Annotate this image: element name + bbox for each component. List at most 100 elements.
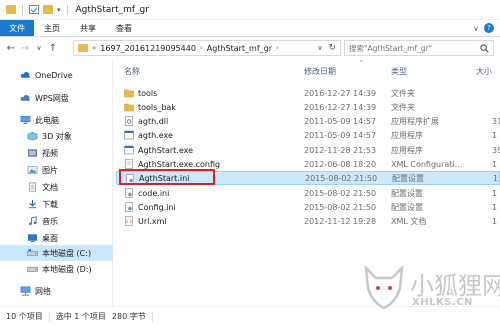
back-icon[interactable]: ←: [4, 43, 18, 54]
ini-icon: [125, 174, 135, 184]
file-name: AgthStart.ini: [139, 173, 190, 183]
sidebar-item-downloads[interactable]: 下载: [0, 196, 113, 212]
file-size: 1: [492, 130, 498, 140]
download-icon: [28, 199, 37, 209]
cloud-icon: [20, 72, 31, 78]
file-name: tools_bak: [138, 102, 176, 112]
status-selected: 选中 1 个项目: [55, 312, 106, 321]
file-name: agth.dll: [138, 116, 169, 126]
tab-view[interactable]: 查看: [106, 20, 142, 36]
file-type: 应用程序扩展: [391, 116, 439, 126]
file-row[interactable]: Config.ini 2015-08-02 21:50 配置设置 1: [116, 200, 500, 214]
file-date: 2015-08-02 21:50: [304, 188, 377, 198]
file-name: tools: [138, 88, 158, 98]
file-type: 文件夹: [391, 88, 415, 98]
file-name: Config.ini: [138, 202, 176, 212]
document-icon: [28, 182, 37, 192]
file-row[interactable]: agth.exe 2011-05-09 14:57 应用程序 1: [116, 128, 500, 142]
search-input[interactable]: [349, 43, 479, 53]
properties-icon[interactable]: [29, 5, 39, 14]
file-row[interactable]: tools 2016-12-27 14:39 文件夹: [116, 86, 500, 100]
file-date: 2012-06-08 18:20: [304, 159, 377, 169]
file-row[interactable]: AgthStart.ini 2015-08-02 21:50 配置设置 1: [116, 171, 500, 185]
file-date: 2011-05-09 14:57: [304, 130, 377, 140]
help-icon[interactable]: ?: [484, 23, 494, 33]
sidebar-item-label: 音乐: [42, 216, 58, 226]
tab-file[interactable]: 文件: [0, 20, 34, 36]
breadcrumb-item[interactable]: 1697_20161219095440: [100, 44, 196, 53]
sidebar-item-music[interactable]: 音乐: [0, 213, 113, 229]
file-row[interactable]: agth.dll 2011-05-09 14:57 应用程序扩展 31: [116, 114, 500, 128]
breadcrumb-overflow[interactable]: «: [92, 44, 96, 52]
column-date-modified[interactable]: 修改日期: [304, 66, 336, 77]
separator: [66, 4, 68, 15]
watermark-text: 小狐狸网: [410, 272, 500, 300]
new-folder-icon[interactable]: [43, 5, 53, 14]
sidebar-item-label: 图片: [42, 165, 58, 175]
file-date: 2012-11-12 19:28: [304, 216, 377, 226]
file-row[interactable]: AgthStart.exe 2012-11-28 21:53 应用程序 390: [116, 143, 500, 157]
watermark-url: XHLKS.CN: [412, 297, 473, 308]
file-row[interactable]: AgthStart.exe.config 2012-06-08 18:20 XML …: [116, 157, 500, 171]
status-item-count: 10 个项目: [6, 312, 43, 321]
address-bar[interactable]: « 1697_20161219095440 › AgthStart_mf_gr …: [73, 40, 341, 56]
config-icon: [124, 159, 134, 169]
sidebar-item-label: 此电脑: [35, 115, 59, 125]
file-size: 1: [492, 216, 498, 226]
address-dropdown-icon[interactable]: ∨: [317, 44, 322, 52]
sidebar-item-label: 3D 对象: [42, 131, 72, 141]
file-date: 2011-05-09 14:57: [304, 116, 377, 126]
search-icon[interactable]: [480, 43, 489, 53]
file-name: AgthStart.exe: [138, 145, 194, 155]
file-date: 2016-12-27 14:39: [304, 102, 377, 112]
recent-locations-icon[interactable]: ∨: [32, 44, 46, 52]
sidebar-item-3d-objects[interactable]: 3D 对象: [0, 128, 113, 144]
search-box[interactable]: [344, 40, 494, 56]
sidebar-item-desktop[interactable]: 桌面: [0, 230, 113, 246]
breadcrumb-item[interactable]: AgthStart_mf_gr: [207, 44, 272, 53]
sidebar-item-videos[interactable]: 视频: [0, 145, 113, 161]
tab-share[interactable]: 共享: [70, 20, 106, 36]
fox-logo-icon: [364, 264, 404, 310]
column-header: ^ 名称 修改日期 类型 大小: [114, 60, 500, 80]
file-name: code.ini: [138, 188, 170, 198]
quick-access-toolbar: ▾: [0, 4, 70, 15]
cloud-icon: [20, 95, 31, 101]
file-row[interactable]: code.ini 2015-08-02 21:50 配置设置 1: [116, 186, 500, 200]
watermark: 小狐狸网 XHLKS.CN: [360, 260, 500, 316]
file-row[interactable]: Url.xml 2012-11-12 19:28 XML 文档 1: [116, 214, 500, 228]
file-type: XML Configurati...: [391, 159, 463, 169]
file-size: 1: [492, 159, 498, 169]
up-icon[interactable]: ↑: [46, 43, 60, 54]
video-icon: [27, 149, 38, 157]
sidebar-item-label: 下载: [42, 199, 58, 209]
sidebar-item-label: 本地磁盘 (C:): [42, 248, 92, 258]
sidebar-item-this-pc[interactable]: 此电脑: [0, 112, 113, 128]
sidebar-item-wps[interactable]: WPS网盘: [0, 90, 113, 106]
sidebar-item-documents[interactable]: 文档: [0, 179, 113, 195]
customize-toolbar-icon[interactable]: ▾: [57, 6, 61, 14]
title-bar: ▾ AgthStart_mf_gr: [0, 0, 500, 20]
sidebar-item-label: 桌面: [42, 233, 58, 243]
breadcrumb-chevron-icon[interactable]: ›: [276, 44, 279, 52]
sidebar-item-network[interactable]: 网络: [0, 283, 113, 299]
refresh-icon[interactable]: ↻: [328, 43, 336, 53]
exe-icon: [124, 145, 134, 155]
file-type: 配置设置: [391, 202, 423, 212]
column-type[interactable]: 类型: [391, 66, 407, 77]
sidebar-item-drive-d[interactable]: 本地磁盘 (D:): [0, 261, 113, 277]
sidebar-item-drive-c[interactable]: 本地磁盘 (C:): [0, 245, 113, 261]
forward-icon[interactable]: →: [18, 43, 32, 54]
expand-ribbon-icon[interactable]: ∨: [473, 24, 479, 33]
sidebar-item-pictures[interactable]: 图片: [0, 162, 113, 178]
sidebar-item-onedrive[interactable]: OneDrive: [0, 67, 113, 83]
picture-icon: [27, 166, 38, 174]
column-name[interactable]: 名称: [124, 66, 140, 77]
column-size[interactable]: 大小: [476, 66, 492, 77]
drive-icon: [27, 266, 38, 273]
tab-home[interactable]: 主页: [34, 20, 70, 36]
file-row[interactable]: tools_bak 2016-12-27 14:39 文件夹: [116, 100, 500, 114]
file-date: 2012-11-28 21:53: [304, 145, 377, 155]
breadcrumb-chevron-icon[interactable]: ›: [200, 44, 203, 52]
folder-icon: [6, 5, 16, 14]
